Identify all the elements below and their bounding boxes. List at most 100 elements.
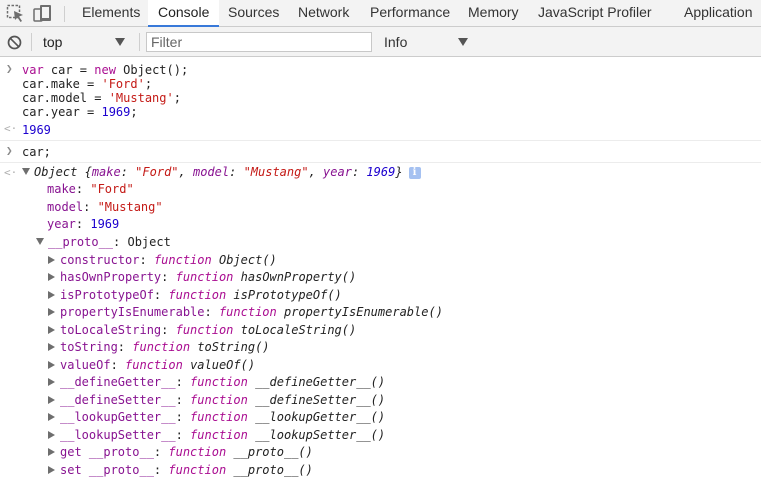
collapsed-triangle-icon[interactable] [48, 343, 55, 351]
collapsed-triangle-icon[interactable] [48, 448, 55, 456]
function-keyword: function [175, 322, 234, 337]
result-arrow-icon: <· [4, 122, 18, 135]
proto-member-function: valueOf() [190, 357, 256, 372]
prompt-chevron-icon: ❯ [6, 144, 13, 157]
collapsed-triangle-icon[interactable] [48, 273, 55, 281]
proto-member-key: toString [60, 340, 118, 354]
collapsed-triangle-icon[interactable] [48, 360, 55, 369]
proto-member-row[interactable]: hasOwnProperty: function hasOwnProperty(… [48, 269, 356, 286]
expanded-triangle-icon[interactable] [36, 238, 44, 245]
proto-member-key: __lookupGetter__ [60, 410, 176, 424]
function-keyword: function [153, 252, 212, 267]
console-input-line: var car = new Object(); [22, 63, 189, 77]
prompt-chevron-icon: ❯ [6, 62, 13, 75]
object-property: year: 1969 [47, 217, 120, 231]
proto-member-key: isPrototypeOf [60, 287, 154, 302]
console-toolbar: top Info [0, 27, 761, 57]
console-messages: ❯ var car = new Object(); car.make = 'Fo… [0, 58, 761, 482]
proto-row[interactable]: __proto__: Object [36, 234, 171, 251]
proto-member-function: Object() [218, 252, 277, 267]
proto-member-key: valueOf [60, 357, 111, 372]
inspect-element-icon[interactable] [6, 4, 26, 23]
context-select-value: top [43, 34, 63, 50]
object-preview-row[interactable]: Object {make: "Ford", model: "Mustang", … [22, 164, 421, 181]
filter-input[interactable] [146, 32, 372, 52]
function-keyword: function [218, 305, 277, 319]
function-keyword: function [190, 410, 248, 424]
proto-member-function: propertyIsEnumerable() [283, 305, 443, 319]
proto-member-key: set __proto__ [60, 462, 154, 477]
device-toggle-icon[interactable] [33, 4, 53, 23]
tab-memory[interactable]: Memory [468, 0, 519, 27]
collapsed-triangle-icon[interactable] [48, 430, 55, 439]
function-keyword: function [190, 392, 248, 407]
tab-javascript-profiler[interactable]: JavaScript Profiler [538, 0, 652, 27]
tab-application[interactable]: Application [684, 0, 753, 27]
proto-member-row[interactable]: __lookupGetter__: function __lookupGette… [48, 409, 385, 426]
proto-member-row[interactable]: get __proto__: function __proto__() [48, 444, 313, 461]
collapsed-triangle-icon[interactable] [48, 395, 55, 404]
tab-console[interactable]: Console [148, 0, 220, 27]
function-keyword: function [168, 462, 227, 477]
proto-member-key: __defineGetter__ [60, 375, 176, 389]
tab-sources[interactable]: Sources [228, 0, 279, 27]
proto-member-row[interactable]: toLocaleString: function toLocaleString(… [48, 322, 356, 339]
proto-member-row[interactable]: valueOf: function valueOf() [48, 357, 255, 374]
collapsed-triangle-icon[interactable] [48, 290, 55, 299]
console-input-line: car.make = 'Ford'; [22, 77, 153, 91]
message-divider [0, 162, 761, 163]
proto-member-row[interactable]: toString: function toString() [48, 339, 270, 356]
proto-member-function: toString() [197, 340, 270, 354]
expanded-triangle-icon[interactable] [22, 168, 30, 175]
tab-performance[interactable]: Performance [370, 0, 450, 27]
log-level-select[interactable]: Info [384, 32, 407, 52]
function-keyword: function [190, 375, 248, 389]
collapsed-triangle-icon[interactable] [48, 378, 55, 386]
collapsed-triangle-icon[interactable] [48, 465, 55, 474]
proto-member-key: get __proto__ [60, 445, 154, 459]
object-property: model: "Mustang" [47, 200, 163, 214]
devtools-tabbar: Elements Console Sources Network Perform… [0, 0, 761, 27]
proto-member-function: __defineGetter__() [255, 375, 386, 389]
toolbar-separator [139, 33, 140, 51]
collapsed-triangle-icon[interactable] [48, 413, 55, 421]
console-input-line: car.year = 1969; [22, 105, 138, 119]
proto-member-function: hasOwnProperty() [240, 270, 357, 284]
proto-member-row[interactable]: __defineSetter__: function __defineSette… [48, 392, 385, 409]
console-input-line: car.model = 'Mustang'; [22, 91, 181, 105]
tab-elements[interactable]: Elements [82, 0, 140, 27]
proto-member-row[interactable]: propertyIsEnumerable: function propertyI… [48, 304, 443, 321]
proto-member-key: __lookupSetter__ [60, 427, 176, 442]
object-label: Object [34, 165, 78, 179]
console-input-line: car; [22, 145, 51, 159]
function-keyword: function [168, 287, 227, 302]
proto-member-row[interactable]: __defineGetter__: function __defineGette… [48, 374, 385, 391]
result-arrow-icon: <· [4, 166, 18, 179]
proto-member-row[interactable]: constructor: function Object() [48, 252, 277, 269]
proto-member-function: __lookupGetter__() [255, 410, 386, 424]
proto-member-function: __lookupSetter__() [255, 427, 386, 442]
proto-member-key: propertyIsEnumerable [60, 305, 205, 319]
function-keyword: function [190, 427, 248, 442]
toolbar-separator [31, 33, 32, 51]
tab-network[interactable]: Network [298, 0, 349, 27]
proto-member-function: __proto__() [233, 445, 313, 459]
proto-member-key: hasOwnProperty [60, 270, 162, 284]
proto-member-key: __defineSetter__ [60, 392, 176, 407]
object-property: make: "Ford" [47, 182, 134, 196]
collapsed-triangle-icon[interactable] [48, 325, 55, 334]
function-keyword: function [175, 270, 234, 284]
message-divider [0, 140, 761, 141]
proto-member-function: __defineSetter__() [255, 392, 386, 407]
console-result: 1969 [22, 123, 51, 137]
clear-console-icon[interactable] [7, 35, 22, 50]
proto-member-row[interactable]: isPrototypeOf: function isPrototypeOf() [48, 287, 342, 304]
proto-member-row[interactable]: set __proto__: function __proto__() [48, 462, 313, 479]
proto-member-row[interactable]: __lookupSetter__: function __lookupSette… [48, 427, 385, 444]
proto-member-key: toLocaleString [60, 322, 162, 337]
log-level-dropdown-icon [458, 38, 468, 46]
collapsed-triangle-icon[interactable] [48, 255, 55, 264]
proto-member-function: isPrototypeOf() [233, 287, 342, 302]
collapsed-triangle-icon[interactable] [48, 308, 55, 316]
info-icon[interactable]: i [408, 167, 421, 179]
